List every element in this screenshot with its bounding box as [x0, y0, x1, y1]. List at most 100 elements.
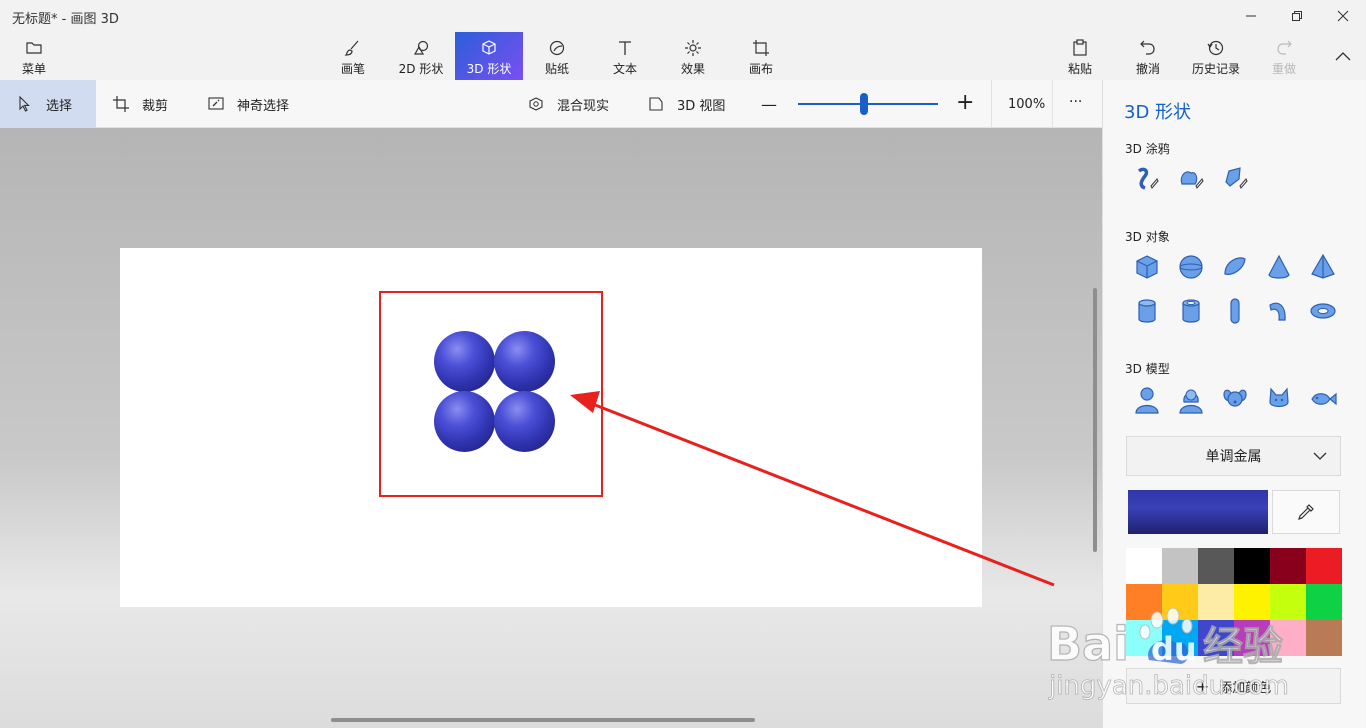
- cube-icon: [482, 40, 496, 55]
- zoom-out-button[interactable]: —: [761, 80, 777, 128]
- cone-icon: [1268, 254, 1290, 279]
- minimize-button[interactable]: [1228, 0, 1274, 32]
- window-title: 无标题* - 画图 3D: [12, 12, 119, 27]
- tab-text[interactable]: 文本: [603, 32, 647, 80]
- tab-stickers-label: 贴纸: [544, 62, 569, 76]
- folder-icon: [26, 42, 42, 54]
- more-options-button[interactable]: ···: [1069, 78, 1082, 126]
- capsule-object-button[interactable]: [1220, 296, 1250, 326]
- chevron-down-icon: [1313, 452, 1327, 460]
- tab-2d-shapes[interactable]: 2D 形状: [390, 32, 452, 80]
- selected-color-swatch[interactable]: [1128, 490, 1268, 534]
- vertical-scrollbar[interactable]: [1093, 288, 1097, 552]
- magic-select-tool[interactable]: 神奇选择: [207, 80, 289, 128]
- zoom-slider-thumb[interactable]: [859, 93, 868, 115]
- hemisphere-object-button[interactable]: [1220, 252, 1250, 282]
- horizontal-scrollbar[interactable]: [331, 718, 755, 722]
- text-icon: [619, 41, 631, 55]
- palette-swatch[interactable]: [1234, 548, 1270, 584]
- menu-button[interactable]: 菜单: [8, 32, 60, 80]
- baidu-watermark: Bai du 经验 jingyan.baidu.com: [1045, 607, 1315, 708]
- palette-swatch[interactable]: [1126, 548, 1162, 584]
- cat-model-button[interactable]: [1264, 384, 1294, 414]
- tube-object-button[interactable]: [1176, 296, 1206, 326]
- tube-icon: [1182, 299, 1200, 323]
- cat-icon: [1269, 387, 1289, 408]
- pyramid-object-button[interactable]: [1308, 252, 1338, 282]
- tab-brush[interactable]: 画笔: [331, 32, 375, 80]
- more-options-label: ···: [1069, 94, 1083, 110]
- palette-swatch[interactable]: [1162, 548, 1198, 584]
- cone-object-button[interactable]: [1264, 252, 1294, 282]
- redo-button[interactable]: 重做: [1264, 32, 1304, 80]
- undo-button[interactable]: 撤消: [1128, 32, 1168, 80]
- redo-label: 重做: [1271, 62, 1296, 76]
- doodle-section-label: 3D 涂鸦: [1125, 142, 1170, 156]
- shapes-2d-icon: [413, 40, 429, 55]
- chevron-up-icon: [1335, 52, 1351, 61]
- panel-title: 3D 形状: [1124, 102, 1192, 123]
- woman-model-button[interactable]: [1176, 384, 1206, 414]
- dog-icon: [1223, 389, 1247, 407]
- tube-doodle-button[interactable]: [1220, 164, 1250, 194]
- tab-effects[interactable]: 效果: [671, 32, 715, 80]
- crop-icon: [113, 96, 129, 112]
- redo-icon: [1277, 40, 1292, 55]
- mixed-reality-icon: [529, 97, 543, 111]
- man-icon: [1135, 387, 1159, 414]
- history-button[interactable]: 历史记录: [1186, 32, 1246, 80]
- eyedropper-button[interactable]: [1272, 490, 1340, 534]
- clipboard-icon: [1073, 39, 1087, 56]
- models-section-label: 3D 模型: [1125, 362, 1170, 376]
- annotation-arrow: [570, 391, 1055, 587]
- watermark-url: jingyan.baidu.com: [1048, 671, 1289, 701]
- torus-object-button[interactable]: [1308, 296, 1338, 326]
- soft-doodle-icon: [1180, 171, 1204, 189]
- 3d-view-label: 3D 视图: [677, 98, 726, 114]
- sticker-icon: [549, 40, 565, 56]
- palette-swatch[interactable]: [1270, 548, 1306, 584]
- sphere-object-button[interactable]: [1176, 252, 1206, 282]
- title-bar: 无标题* - 画图 3D: [0, 0, 1366, 32]
- zoom-level-value: 100%: [1008, 96, 1046, 112]
- zoom-slider[interactable]: [798, 103, 938, 105]
- material-dropdown[interactable]: 单调金属: [1126, 436, 1341, 476]
- collapse-toolbar-button[interactable]: [1320, 36, 1366, 76]
- close-icon: [1337, 10, 1349, 22]
- crop-tool[interactable]: 裁剪: [112, 80, 168, 128]
- fish-model-button[interactable]: [1308, 384, 1338, 414]
- tab-3d-shapes[interactable]: 3D 形状: [455, 32, 523, 80]
- man-model-button[interactable]: [1132, 384, 1162, 414]
- tab-stickers[interactable]: 贴纸: [535, 32, 579, 80]
- mixed-reality-button[interactable]: 混合现实: [527, 80, 609, 128]
- watermark-text-c: 经验: [1203, 624, 1283, 670]
- sharp-doodle-button[interactable]: [1131, 164, 1161, 194]
- eyedropper-icon: [1298, 504, 1314, 520]
- curved-tube-object-button[interactable]: [1264, 296, 1294, 326]
- zoom-in-button[interactable]: +: [956, 78, 974, 126]
- palette-swatch[interactable]: [1198, 548, 1234, 584]
- cube-object-button[interactable]: [1132, 252, 1162, 282]
- zoom-level[interactable]: 100%: [1008, 80, 1045, 128]
- cylinder-object-button[interactable]: [1132, 296, 1162, 326]
- zoom-out-label: —: [761, 94, 777, 114]
- tab-canvas-label: 画布: [748, 62, 773, 76]
- close-button[interactable]: [1320, 0, 1366, 32]
- select-tool[interactable]: 选择: [0, 80, 96, 128]
- tab-2d-shapes-label: 2D 形状: [398, 62, 444, 76]
- select-label: 选择: [46, 98, 73, 114]
- tab-canvas[interactable]: 画布: [739, 32, 783, 80]
- watermark-text-b: du: [1151, 630, 1197, 668]
- dog-model-button[interactable]: [1220, 384, 1250, 414]
- paste-button[interactable]: 粘贴: [1060, 32, 1100, 80]
- tab-brush-label: 画笔: [340, 62, 365, 76]
- soft-doodle-button[interactable]: [1176, 164, 1206, 194]
- sharp-doodle-icon: [1137, 167, 1159, 190]
- watermark-text-a: Bai: [1047, 617, 1129, 671]
- menu-label: 菜单: [21, 62, 46, 76]
- restore-button[interactable]: [1274, 0, 1320, 32]
- 3d-view-button[interactable]: 3D 视图: [647, 80, 725, 128]
- material-value: 单调金属: [1205, 449, 1262, 465]
- zoom-in-label: +: [956, 89, 975, 115]
- palette-swatch[interactable]: [1306, 548, 1342, 584]
